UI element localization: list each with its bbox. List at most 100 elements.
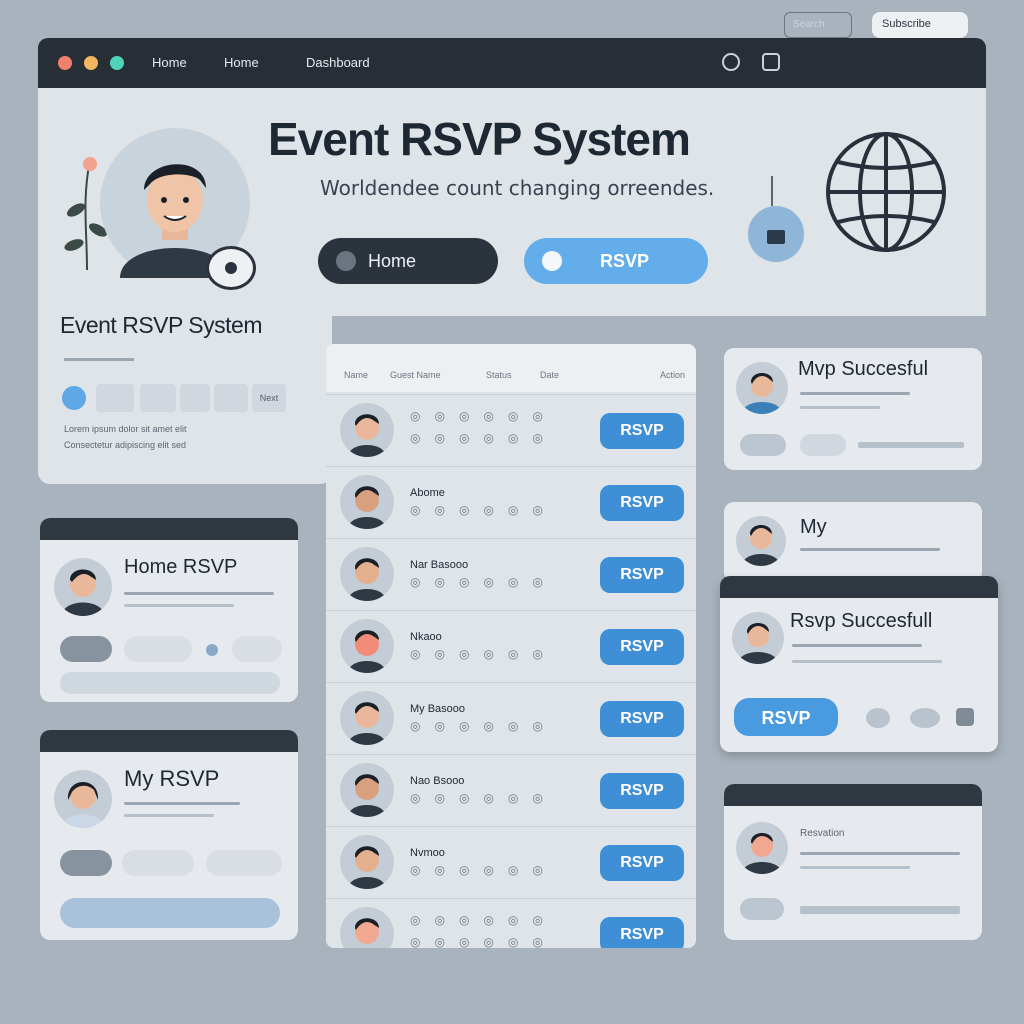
more-icon[interactable]	[956, 708, 974, 726]
filter-chip-1[interactable]	[96, 384, 134, 412]
row-rsvp-button[interactable]: RSVP	[600, 701, 684, 737]
my-rsvp-chip[interactable]	[122, 850, 194, 876]
row-status-icons: ◎◎◎◎◎◎	[410, 791, 557, 805]
camera-icon[interactable]	[206, 246, 256, 290]
pin-line	[771, 176, 773, 206]
notification-icon[interactable]	[722, 53, 740, 71]
guest-name: Abome	[410, 487, 445, 499]
guest-name: Nvmoo	[410, 847, 445, 859]
left-panel-text-2: Consectetur adipiscing elit sed	[64, 440, 187, 450]
nav-home-2[interactable]: Home	[224, 55, 259, 70]
lock-icon[interactable]	[748, 206, 804, 262]
person-icon	[348, 630, 386, 673]
row-rsvp-button[interactable]: RSVP	[600, 917, 684, 948]
row-status-icons: ◎◎◎◎◎◎	[410, 647, 557, 661]
row-status-icons: ◎◎◎◎◎◎	[410, 719, 557, 733]
window-titlebar: Home Home Dashboard	[38, 38, 986, 88]
table-row: Abome ◎◎◎◎◎◎ ◎◎◎◎◎◎ RSVP	[326, 466, 696, 538]
guest-avatar	[340, 403, 394, 457]
person-icon	[742, 833, 782, 874]
card-titlebar	[720, 576, 998, 598]
rsvp-success-button[interactable]: RSVP	[734, 698, 838, 736]
guest-avatar	[340, 835, 394, 889]
my-rsvp-title: My RSVP	[124, 766, 220, 791]
home-rsvp-chip[interactable]	[124, 636, 192, 662]
eye-icon[interactable]	[910, 708, 940, 728]
mvp-chip[interactable]	[800, 434, 846, 456]
subscribe-button[interactable]: Subscribe	[872, 12, 968, 38]
minimize-dot[interactable]	[84, 56, 98, 70]
home-button[interactable]: Home	[318, 238, 498, 284]
guest-avatar	[340, 907, 394, 948]
detail-line	[124, 802, 240, 805]
filter-chip-5[interactable]: Next	[252, 384, 286, 412]
my-card-title: My	[800, 516, 827, 538]
guest-avatar	[340, 691, 394, 745]
row-status-icons: ◎◎◎◎◎◎	[410, 863, 557, 877]
filter-toggle-icon[interactable]	[62, 386, 86, 410]
maximize-dot[interactable]	[110, 56, 124, 70]
home-button-label: Home	[368, 251, 417, 271]
reservation-title: Resvation	[800, 828, 845, 839]
col-header-status: Status	[486, 370, 512, 380]
rsvp-button[interactable]: RSVP	[524, 238, 708, 284]
detail-line	[124, 604, 234, 607]
row-status-icons: ◎◎◎◎◎◎	[410, 935, 557, 948]
detail-line	[800, 392, 910, 395]
close-dot[interactable]	[58, 56, 72, 70]
guest-avatar	[340, 547, 394, 601]
nav-dashboard[interactable]: Dashboard	[306, 55, 370, 70]
reservation-small-button[interactable]	[740, 898, 784, 920]
row-rsvp-button[interactable]: RSVP	[600, 557, 684, 593]
my-rsvp-small-button[interactable]	[60, 850, 112, 876]
home-rsvp-input[interactable]	[60, 672, 280, 694]
rsvp-success-title: Rsvp Succesfull	[790, 610, 933, 632]
table-row: ◎◎◎◎◎◎ ◎◎◎◎◎◎ RSVP	[326, 898, 696, 948]
person-icon	[348, 702, 386, 745]
person-icon	[348, 774, 386, 817]
search-input[interactable]: Search	[784, 12, 852, 38]
detail-line	[800, 852, 960, 855]
globe-icon	[826, 132, 946, 252]
detail-line	[800, 866, 910, 869]
person-icon	[348, 414, 386, 457]
home-rsvp-link[interactable]	[232, 636, 282, 662]
person-icon	[348, 558, 386, 601]
person-icon	[355, 918, 379, 944]
guest-name: Nar Basooo	[410, 559, 469, 571]
avatar	[54, 558, 112, 616]
row-rsvp-button[interactable]: RSVP	[600, 413, 684, 449]
row-rsvp-button[interactable]: RSVP	[600, 845, 684, 881]
rsvp-button-label: RSVP	[600, 251, 650, 271]
avatar	[54, 770, 112, 828]
guest-name: My Basooo	[410, 703, 466, 715]
page-title: Event RSVP System	[268, 113, 691, 165]
col-header-name: Name	[344, 370, 369, 380]
my-rsvp-action-bar[interactable]	[60, 898, 280, 928]
status-dot-icon	[206, 644, 218, 656]
filter-chip-3[interactable]	[180, 384, 210, 412]
row-rsvp-button[interactable]: RSVP	[600, 773, 684, 809]
my-rsvp-link[interactable]	[206, 850, 282, 876]
person-icon	[348, 846, 386, 889]
avatar	[736, 822, 788, 874]
card-titlebar	[40, 518, 298, 540]
emoji-icon[interactable]	[866, 708, 890, 728]
guest-avatar	[340, 763, 394, 817]
mvp-success-title: Mvp Succesful	[798, 358, 929, 380]
avatar	[736, 362, 788, 414]
person-icon	[742, 525, 780, 566]
row-rsvp-button[interactable]: RSVP	[600, 485, 684, 521]
person-icon	[742, 373, 782, 414]
person-icon	[62, 569, 104, 616]
detail-line	[792, 660, 942, 663]
left-panel-rule	[64, 358, 134, 361]
bookmark-icon[interactable]	[762, 53, 780, 71]
row-rsvp-button[interactable]: RSVP	[600, 629, 684, 665]
home-rsvp-small-button[interactable]	[60, 636, 112, 662]
rsvp-list-panel: Name Guest Name Status Date Action ◎◎◎◎◎…	[326, 344, 696, 948]
nav-home[interactable]: Home	[152, 55, 187, 70]
filter-chip-2[interactable]	[140, 384, 176, 412]
filter-chip-4[interactable]	[214, 384, 248, 412]
mvp-small-button[interactable]	[740, 434, 786, 456]
